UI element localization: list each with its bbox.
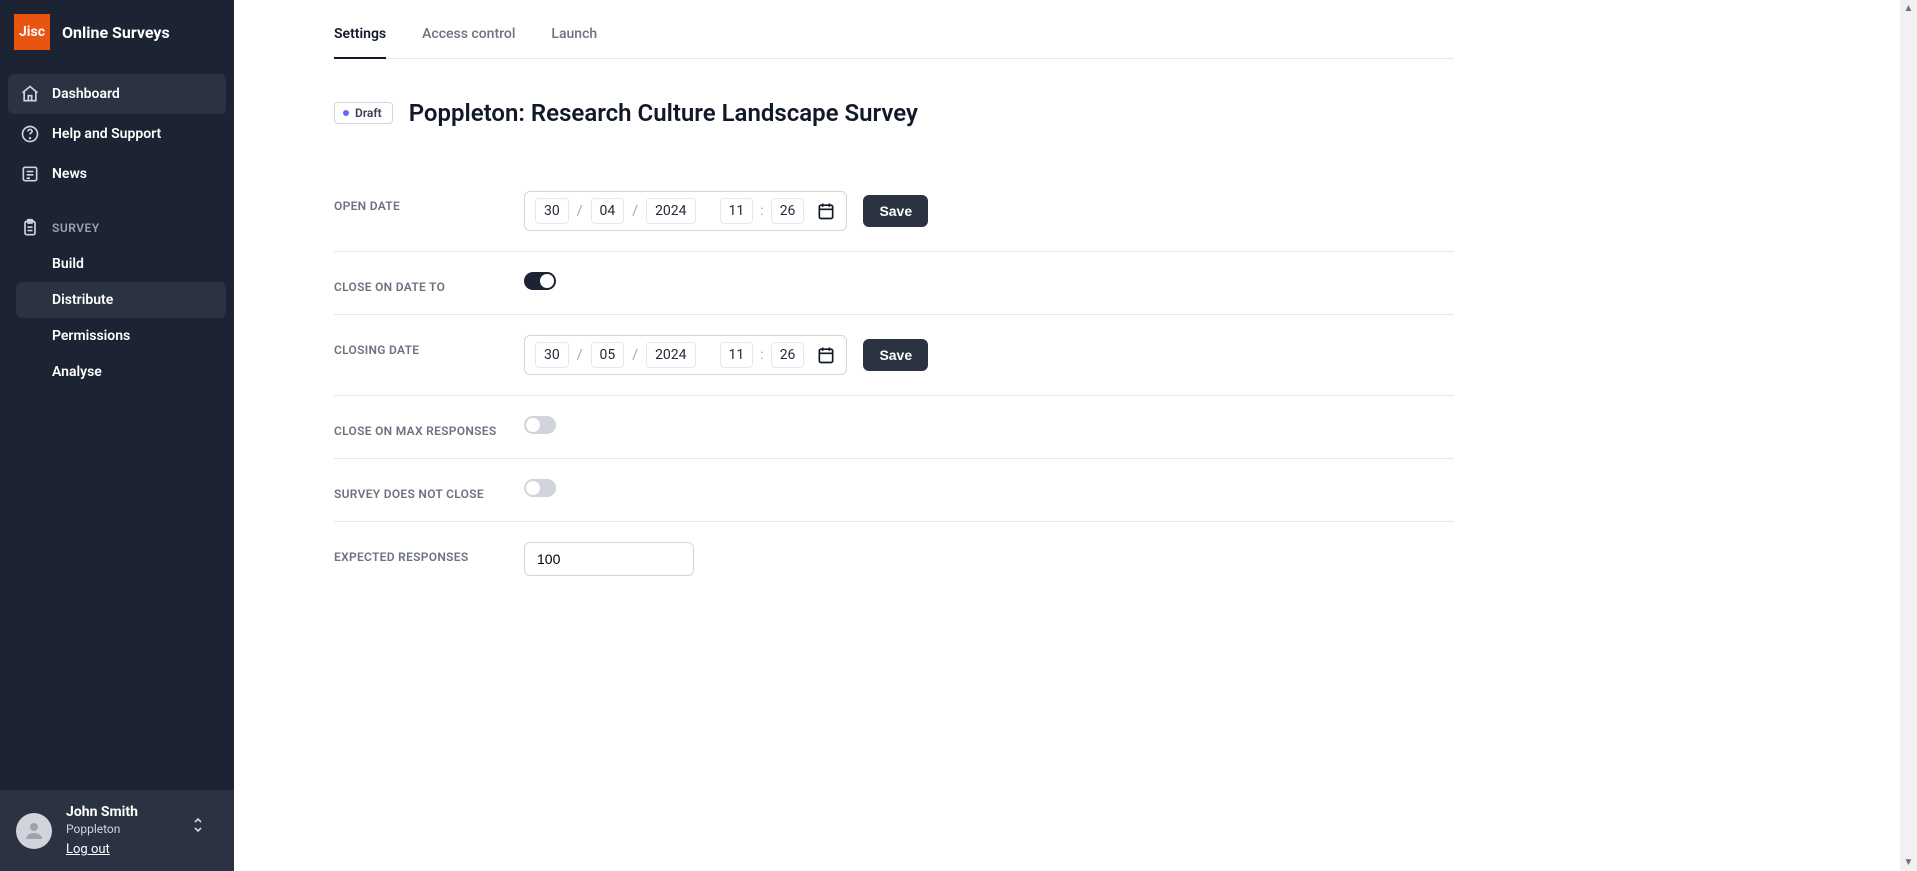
control-survey-no-close [524, 479, 1454, 497]
content-inner: Settings Access control Launch Draft Pop… [334, 0, 1454, 596]
save-closing-date-button[interactable]: Save [863, 339, 928, 371]
row-expected-responses: EXPECTED RESPONSES [334, 522, 1454, 596]
status-dot-icon [343, 110, 349, 116]
clipboard-icon [20, 218, 40, 238]
sidebar-item-distribute[interactable]: Distribute [16, 282, 226, 318]
row-closing-date: CLOSING DATE 30 / 05 / 2024 11 : 26 [334, 315, 1454, 396]
colon-sep: : [759, 347, 764, 363]
sidebar-item-label: Help and Support [52, 126, 161, 142]
control-close-on-max [524, 416, 1454, 434]
closing-date-hour[interactable]: 11 [720, 342, 754, 368]
control-expected-responses [524, 542, 1454, 576]
news-icon [20, 164, 40, 184]
sidebar-footer: John Smith Poppleton Log out [0, 790, 234, 871]
sidebar-item-analyse[interactable]: Analyse [40, 354, 226, 390]
user-org: Poppleton [66, 822, 138, 836]
expected-responses-input[interactable] [524, 542, 694, 576]
toggle-survey-no-close[interactable] [524, 479, 556, 497]
label-close-on-date-to: CLOSE ON DATE TO [334, 272, 524, 294]
slash-sep: / [575, 347, 585, 363]
sidebar-item-label: Dashboard [52, 86, 120, 102]
row-survey-no-close: SURVEY DOES NOT CLOSE [334, 459, 1454, 522]
colon-sep: : [759, 203, 764, 219]
closing-date-minute[interactable]: 26 [771, 342, 805, 368]
title-row: Draft Poppleton: Research Culture Landsc… [334, 99, 1454, 127]
sidebar-subnav: Build Distribute Permissions Analyse [8, 246, 226, 390]
org-switcher-icon[interactable] [192, 816, 204, 834]
main-content: Settings Access control Launch Draft Pop… [234, 0, 1917, 871]
tab-access-control[interactable]: Access control [422, 26, 515, 58]
toggle-knob [540, 274, 554, 288]
sidebar-item-news[interactable]: News [8, 154, 226, 194]
sidebar-item-permissions[interactable]: Permissions [40, 318, 226, 354]
sidebar: Jisc Online Surveys Dashboard Help and S… [0, 0, 234, 871]
toggle-close-on-max[interactable] [524, 416, 556, 434]
save-open-date-button[interactable]: Save [863, 195, 928, 227]
tab-launch[interactable]: Launch [551, 26, 597, 58]
row-close-on-date-to: CLOSE ON DATE TO [334, 252, 1454, 315]
home-icon [20, 84, 40, 104]
primary-nav: Dashboard Help and Support News SURVEY [0, 74, 234, 390]
label-closing-date: CLOSING DATE [334, 335, 524, 357]
brand-title: Online Surveys [62, 23, 170, 42]
label-open-date: OPEN DATE [334, 191, 524, 213]
closing-date-day[interactable]: 30 [535, 342, 569, 368]
control-closing-date: 30 / 05 / 2024 11 : 26 Save [524, 335, 1454, 375]
window-scrollbar[interactable]: ▲ ▼ [1900, 0, 1917, 871]
label-expected-responses: EXPECTED RESPONSES [334, 542, 524, 564]
closing-date-year[interactable]: 2024 [646, 342, 695, 368]
row-open-date: OPEN DATE 30 / 04 / 2024 11 : 26 [334, 171, 1454, 252]
scroll-down-arrow-icon[interactable]: ▼ [1900, 854, 1917, 871]
open-date-group: 30 / 04 / 2024 11 : 26 [524, 191, 847, 231]
sidebar-item-dashboard[interactable]: Dashboard [8, 74, 226, 114]
sidebar-section-survey: SURVEY [8, 194, 226, 246]
user-name: John Smith [66, 804, 138, 820]
user-meta: John Smith Poppleton Log out [66, 804, 138, 857]
status-label: Draft [355, 106, 382, 120]
page-title: Poppleton: Research Culture Landscape Su… [409, 99, 918, 127]
label-close-on-max: CLOSE ON MAX RESPONSES [334, 416, 524, 438]
brand-logo: Jisc [14, 14, 50, 50]
status-badge: Draft [334, 102, 393, 124]
sidebar-item-label: News [52, 166, 87, 182]
control-open-date: 30 / 04 / 2024 11 : 26 Save [524, 191, 1454, 231]
toggle-knob [526, 418, 540, 432]
slash-sep: / [575, 203, 585, 219]
brand: Jisc Online Surveys [0, 0, 234, 64]
slash-sep: / [630, 347, 640, 363]
open-date-day[interactable]: 30 [535, 198, 569, 224]
sidebar-item-help[interactable]: Help and Support [8, 114, 226, 154]
closing-date-month[interactable]: 05 [591, 342, 625, 368]
calendar-icon[interactable] [816, 345, 836, 365]
closing-date-group: 30 / 05 / 2024 11 : 26 [524, 335, 847, 375]
avatar [16, 813, 52, 849]
toggle-knob [526, 481, 540, 495]
open-date-minute[interactable]: 26 [771, 198, 805, 224]
control-close-on-date-to [524, 272, 1454, 290]
tabs: Settings Access control Launch [334, 0, 1454, 59]
logout-link[interactable]: Log out [66, 842, 138, 857]
toggle-close-on-date[interactable] [524, 272, 556, 290]
slash-sep: / [630, 203, 640, 219]
label-survey-no-close: SURVEY DOES NOT CLOSE [334, 479, 524, 501]
sidebar-item-build[interactable]: Build [40, 246, 226, 282]
tab-settings[interactable]: Settings [334, 26, 386, 58]
row-close-on-max: CLOSE ON MAX RESPONSES [334, 396, 1454, 459]
open-date-month[interactable]: 04 [591, 198, 625, 224]
open-date-hour[interactable]: 11 [720, 198, 754, 224]
sidebar-section-label: SURVEY [52, 221, 100, 235]
app-root: Jisc Online Surveys Dashboard Help and S… [0, 0, 1917, 871]
help-icon [20, 124, 40, 144]
calendar-icon[interactable] [816, 201, 836, 221]
open-date-year[interactable]: 2024 [646, 198, 695, 224]
scroll-up-arrow-icon[interactable]: ▲ [1900, 0, 1917, 17]
